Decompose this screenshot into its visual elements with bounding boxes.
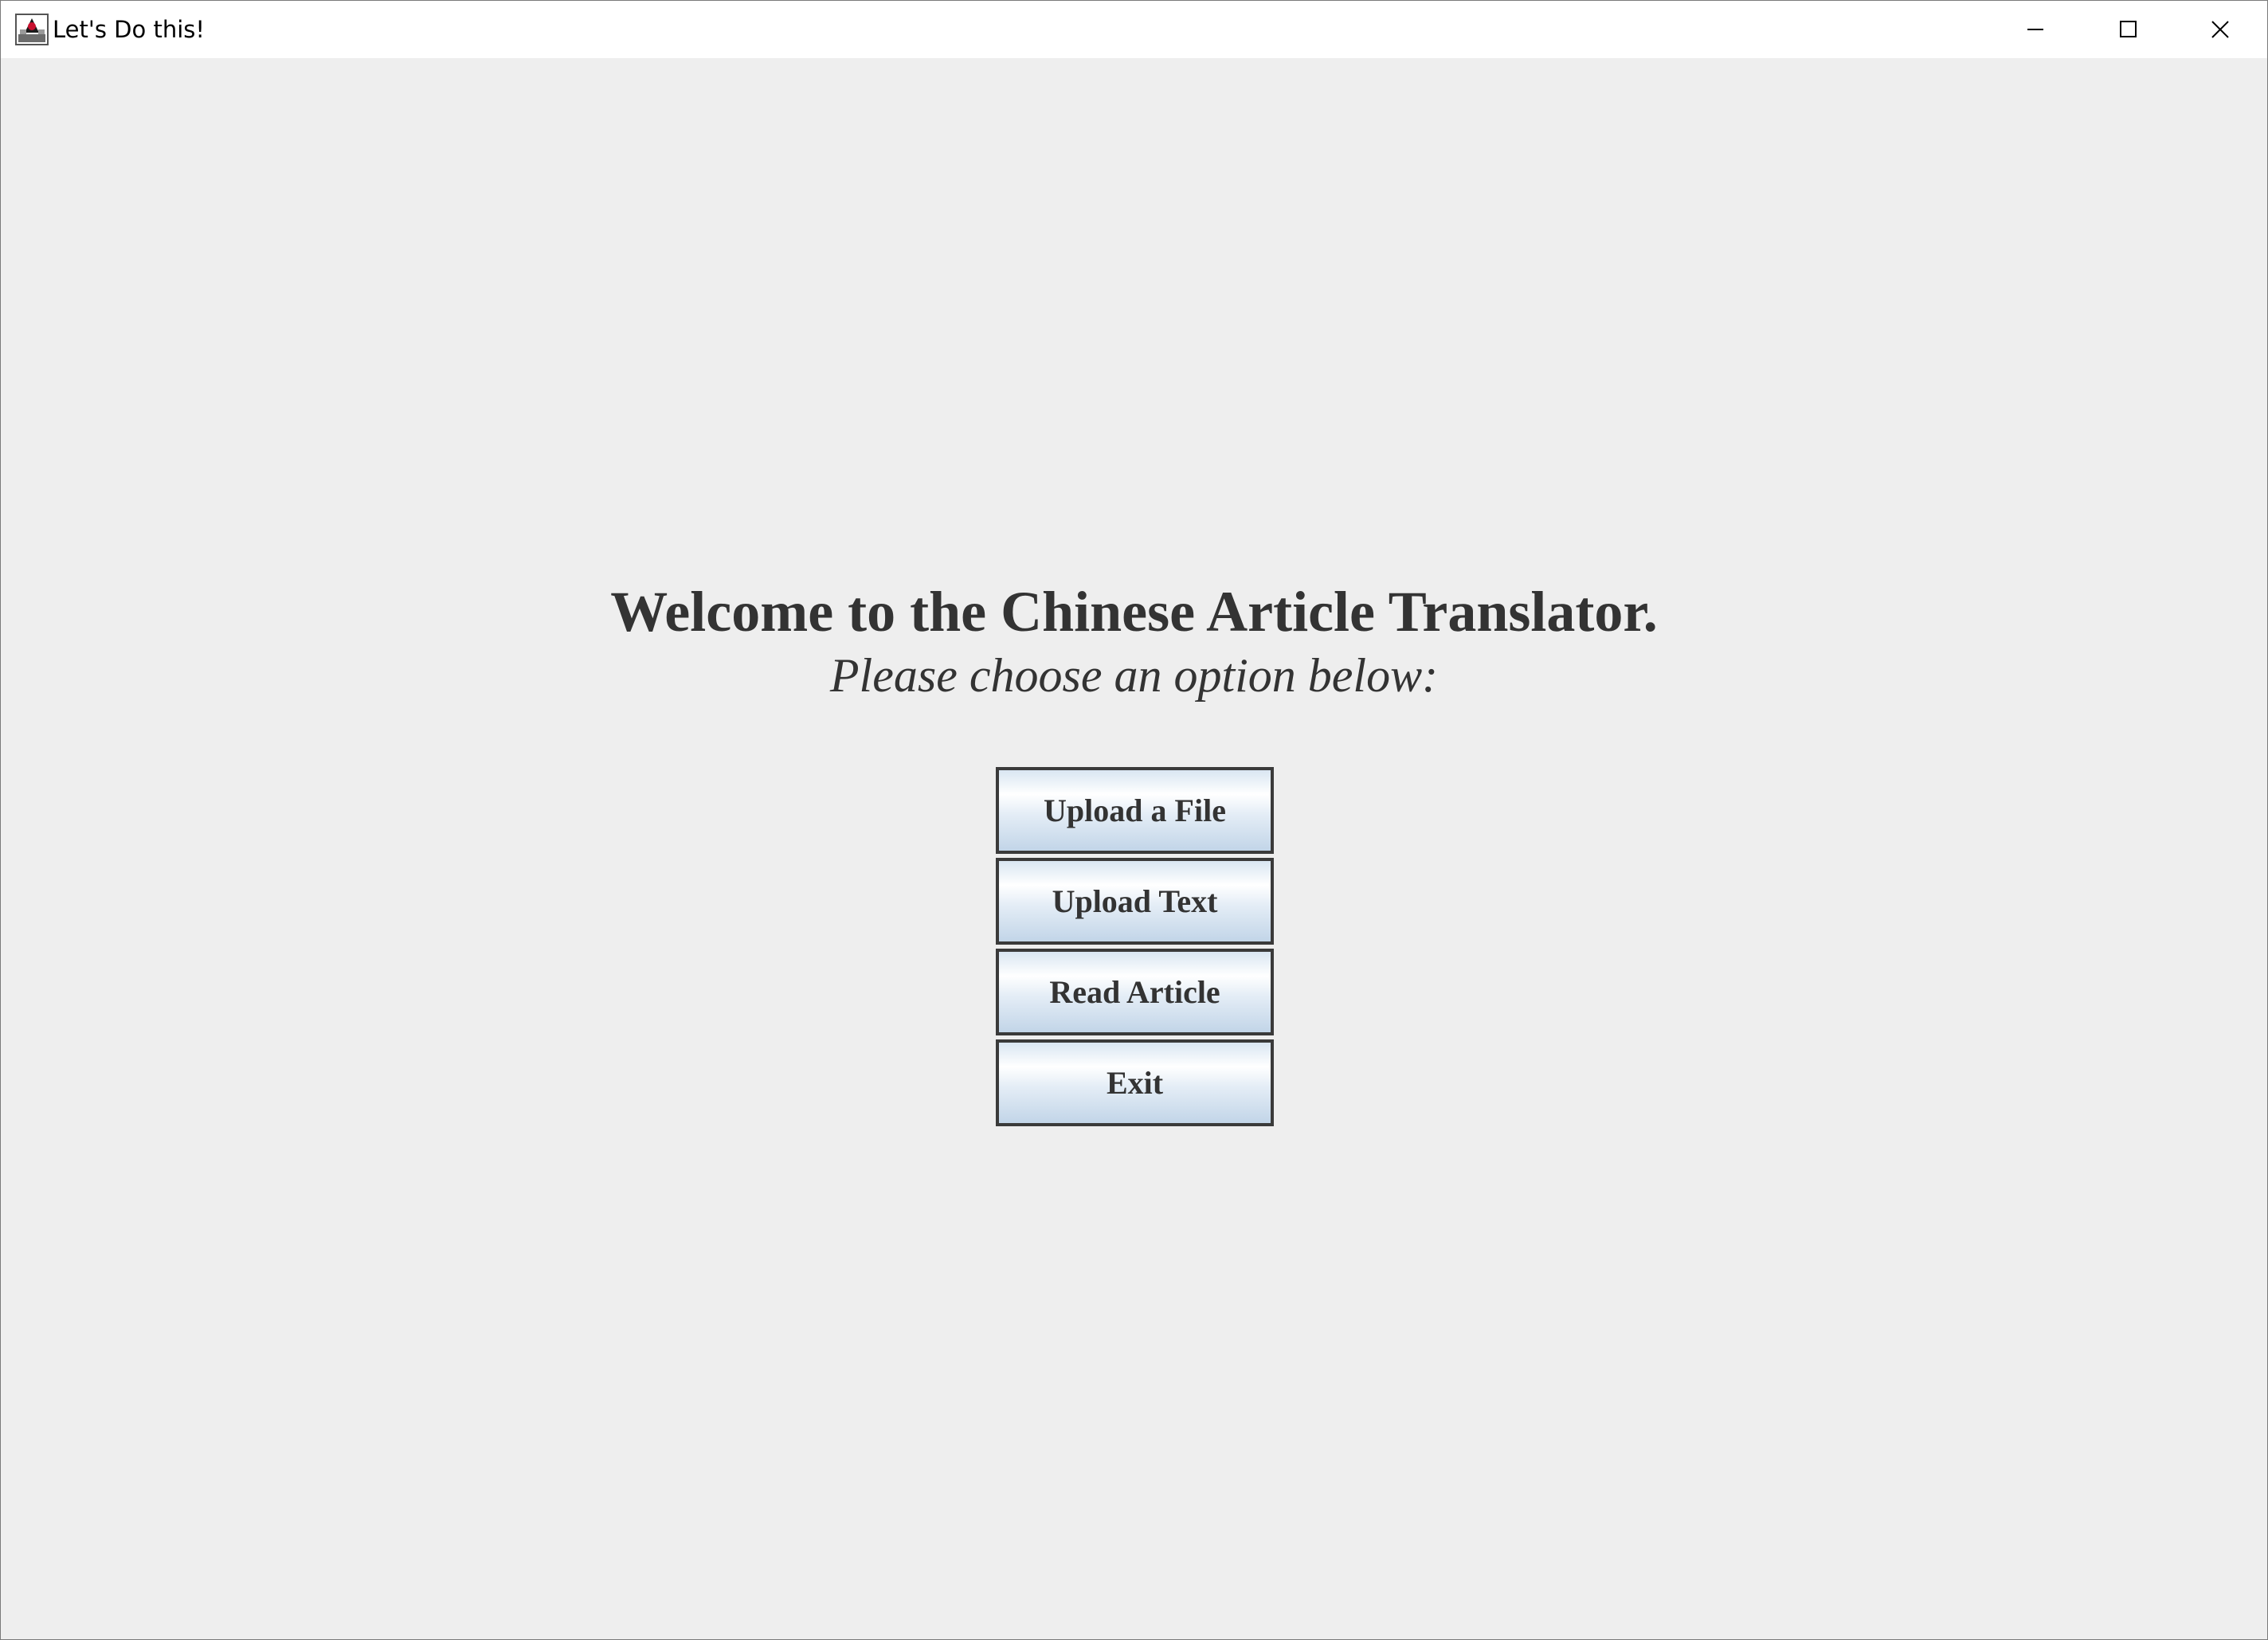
read-article-button[interactable]: Read Article (996, 949, 1274, 1035)
java-duke-icon (15, 14, 49, 45)
upload-file-button[interactable]: Upload a File (996, 767, 1274, 854)
title-bar[interactable]: Let's Do this! (1, 1, 2267, 58)
content-panel: Welcome to the Chinese Article Translato… (1, 58, 2267, 1639)
close-icon (2211, 21, 2229, 38)
maximize-button[interactable] (2082, 1, 2174, 58)
window-title: Let's Do this! (53, 16, 205, 43)
exit-button[interactable]: Exit (996, 1039, 1274, 1126)
instruction-subheading: Please choose an option below: (829, 649, 1439, 702)
close-button[interactable] (2174, 1, 2266, 58)
maximize-icon (2120, 21, 2137, 37)
upload-text-button[interactable]: Upload Text (996, 858, 1274, 945)
app-window: Let's Do this! Welcome to the Chinese Ar… (0, 0, 2268, 1640)
minimize-icon (2027, 29, 2043, 30)
welcome-heading: Welcome to the Chinese Article Translato… (610, 580, 1658, 644)
minimize-button[interactable] (1989, 1, 2082, 58)
